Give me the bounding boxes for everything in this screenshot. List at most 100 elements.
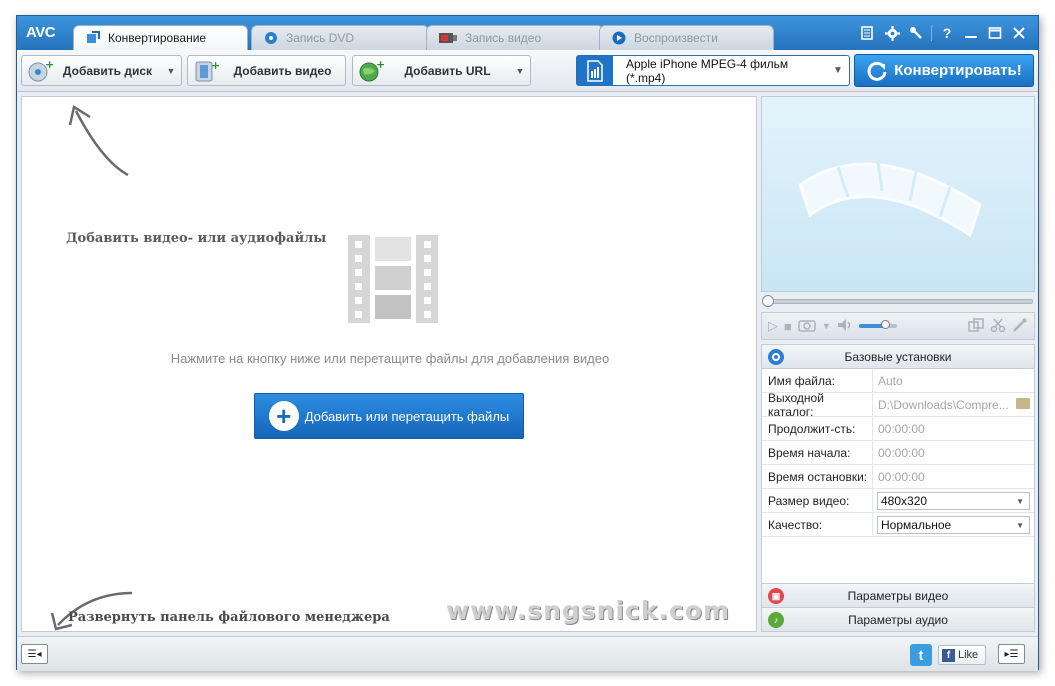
film-strip-icon [348,235,438,323]
quality-value: Нормальное [881,518,952,532]
window-controls: ? [859,24,1028,42]
video-size-value: 480x320 [881,494,928,508]
chevron-down-icon[interactable]: ▼ [510,66,530,76]
stop-time-field[interactable]: 00:00:00 [873,465,1034,488]
tab-play[interactable]: Воспроизвести [599,25,774,50]
video-size-select[interactable]: 480x320 ▼ [877,492,1030,510]
seek-slider[interactable] [761,295,1035,307]
output-folder-field[interactable]: D:\Downloads\Compre... [873,393,1034,416]
seek-handle[interactable] [762,295,774,307]
add-disc-button[interactable]: + Добавить диск ▼ [21,55,182,86]
basic-settings-title: Базовые установки [844,349,952,364]
add-video-label: Добавить видео [233,63,332,78]
tab-label: Запись DVD [286,31,355,45]
add-disc-label: Добавить диск [62,63,153,78]
plus-icon: + [268,401,299,431]
watermark: www.sngsnick.com [446,596,730,625]
quality-cell: Нормальное ▼ [873,513,1034,536]
chevron-down-icon[interactable]: ▼ [822,321,831,331]
close-icon[interactable] [1010,24,1028,42]
svg-text:+: + [211,59,219,72]
add-files-hint: Нажмите на кнопку ниже или перетащите фа… [170,351,610,366]
setting-row-filename: Имя файла: Auto [762,369,1034,393]
tab-dvd-burn[interactable]: Запись DVD [251,25,429,50]
disc-icon [264,31,278,45]
chevron-down-icon: ▼ [1016,520,1024,530]
help-icon[interactable]: ? [938,24,956,42]
setting-key: Размер видео: [762,489,873,512]
play-icon [612,31,626,45]
convert-button[interactable]: Конвертировать! [854,54,1034,87]
twitter-icon[interactable]: t [910,644,932,666]
output-folder-value: D:\Downloads\Compre... [878,397,1009,412]
video-size-cell: 480x320 ▼ [873,489,1034,512]
audio-params-section[interactable]: ♪ Параметры аудио [762,607,1034,631]
add-or-drag-files-button[interactable]: + Добавить или перетащить файлы [254,393,524,439]
toolbar: + Добавить диск ▼ + Добавить видео + Доб… [17,50,1038,92]
setting-row-start-time: Время начала: 00:00:00 [762,441,1034,465]
folder-icon[interactable] [1016,398,1030,409]
effects-icon[interactable] [1012,318,1028,335]
video-params-section[interactable]: ▣ Параметры видео [762,583,1034,607]
phone-profile-icon [577,56,613,85]
setting-key: Качество: [762,513,873,536]
toggle-right-panel-button[interactable]: ▸☰ [998,644,1025,664]
setting-key: Выходной каталог: [762,391,873,419]
output-profile-select[interactable]: Apple iPhone MPEG-4 фильм (*.mp4) ▼ [576,55,850,86]
stop-icon[interactable]: ■ [784,319,792,334]
tab-label: Конвертирование [108,31,207,45]
volume-icon[interactable] [837,318,853,335]
disc-add-icon: + [26,58,54,84]
setting-row-output-folder: Выходной каталог: D:\Downloads\Compre... [762,391,1034,419]
filename-field[interactable]: Auto [873,369,1034,392]
play-icon[interactable]: ▷ [768,318,778,334]
toggle-file-manager-button[interactable]: ☰◂ [21,644,48,664]
video-preview [761,96,1035,292]
tab-record-video[interactable]: Запись видео [426,25,604,50]
status-bar: ☰◂ t f Like ▸☰ [17,636,1038,671]
start-time-field[interactable]: 00:00:00 [873,441,1034,464]
clip-icon[interactable] [968,317,984,335]
chevron-down-icon[interactable]: ▼ [161,66,181,76]
skin-icon[interactable] [859,24,877,42]
expand-file-manager-text: Развернуть панель файлового менеджера [68,610,390,625]
add-url-button[interactable]: + Добавить URL ▼ [352,55,531,86]
setting-row-duration: Продолжит-сть: 00:00:00 [762,417,1034,441]
arrow-up-hint-icon [68,105,129,177]
tab-label: Воспроизвести [634,31,718,45]
title-bar: AVC Конвертирование Запись DVD Запись ви… [17,16,1038,50]
film-icon: ▣ [768,588,784,604]
setting-row-quality: Качество: Нормальное ▼ [762,513,1034,537]
volume-handle[interactable] [881,320,891,329]
chevron-down-icon[interactable]: ▼ [827,65,849,76]
basic-settings-panel: Базовые установки Имя файла: Auto Выходн… [761,344,1035,632]
cut-icon[interactable] [990,318,1006,335]
main-area: Добавить видео- или аудиофайлы Нажмите н… [17,92,1038,636]
maximize-icon[interactable] [986,24,1004,42]
setting-key: Имя файла: [762,369,873,392]
panel-left-icon: ☰◂ [27,648,42,660]
file-drop-area[interactable]: Добавить видео- или аудиофайлы Нажмите н… [21,96,757,632]
tools-icon[interactable] [907,24,925,42]
tab-convert[interactable]: Конвертирование [73,25,248,50]
add-files-heading: Добавить видео- или аудиофайлы [66,231,327,246]
facebook-like-button[interactable]: f Like [938,645,986,665]
record-icon [439,31,457,45]
audio-icon: ♪ [768,612,784,628]
volume-slider[interactable] [858,320,897,329]
quality-select[interactable]: Нормальное ▼ [877,516,1030,534]
snapshot-icon[interactable] [798,318,816,335]
svg-text:+: + [376,59,384,71]
add-or-drag-label: Добавить или перетащить файлы [304,408,510,424]
separator [931,25,932,41]
chevron-down-icon: ▼ [1016,496,1024,506]
duration-field[interactable]: 00:00:00 [873,417,1034,440]
basic-settings-header[interactable]: Базовые установки [762,345,1034,369]
settings-icon[interactable] [883,24,901,42]
audio-params-label: Параметры аудио [848,612,948,627]
minimize-icon[interactable] [962,24,980,42]
setting-row-stop-time: Время остановки: 00:00:00 [762,465,1034,489]
video-params-label: Параметры видео [847,588,949,603]
add-video-button[interactable]: + Добавить видео [187,55,346,86]
seek-track [765,299,1033,304]
